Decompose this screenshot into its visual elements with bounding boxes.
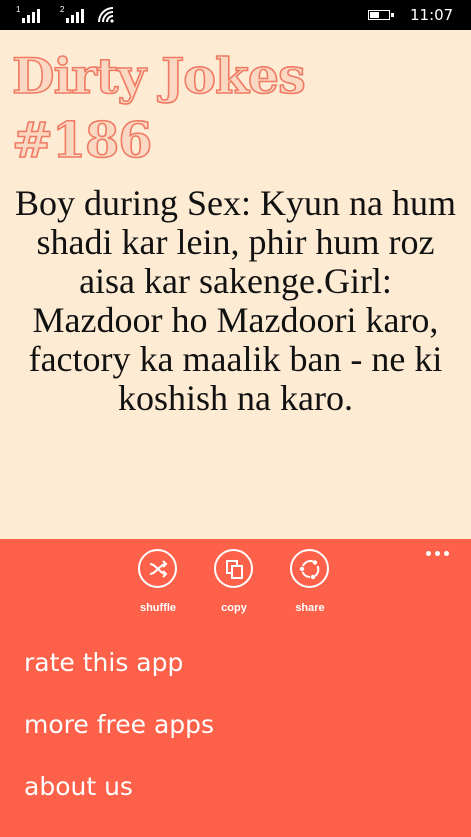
share-icon bbox=[290, 549, 329, 588]
sim-1-label: 1 bbox=[16, 5, 21, 14]
menu-item-about-us[interactable]: about us bbox=[24, 772, 133, 801]
shuffle-label: shuffle bbox=[139, 602, 177, 614]
more-dots-icon[interactable] bbox=[426, 549, 452, 561]
status-bar: 1 2 11:07 bbox=[0, 0, 471, 30]
menu-item-more-free-apps[interactable]: more free apps bbox=[24, 710, 214, 739]
copy-label: copy bbox=[221, 602, 247, 614]
copy-icon bbox=[214, 549, 253, 588]
shuffle-button[interactable]: shuffle bbox=[124, 549, 194, 619]
share-button[interactable]: share bbox=[276, 549, 346, 619]
shuffle-icon bbox=[138, 549, 177, 588]
clock-time: 11:07 bbox=[410, 6, 454, 24]
signal-strength-1-icon: 1 bbox=[16, 5, 46, 23]
sim-2-label: 2 bbox=[60, 5, 65, 14]
share-label: share bbox=[295, 602, 325, 614]
battery-icon bbox=[368, 10, 394, 20]
copy-button[interactable]: copy bbox=[200, 549, 270, 619]
wifi-icon bbox=[98, 7, 114, 23]
app-bar: shuffle copy share rate this app more fr… bbox=[0, 539, 471, 837]
joke-text: Boy during Sex: Kyun na hum shadi kar le… bbox=[15, 183, 456, 418]
signal-strength-2-icon: 2 bbox=[60, 5, 90, 23]
joke-title: Dirty Jokes #186 bbox=[11, 46, 306, 170]
menu-item-rate-this-app[interactable]: rate this app bbox=[24, 648, 183, 677]
